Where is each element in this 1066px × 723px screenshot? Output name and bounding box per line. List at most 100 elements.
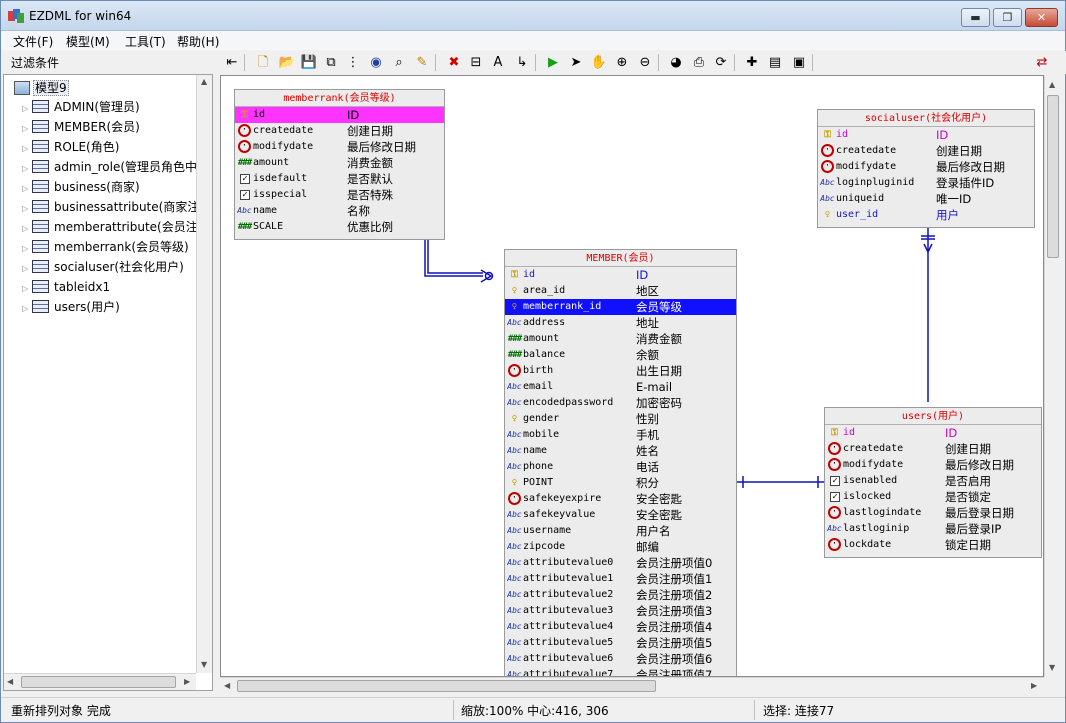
hand-icon[interactable]: ✋	[589, 53, 609, 72]
field-row[interactable]: ### balance 余额	[505, 347, 736, 363]
expand-icon[interactable]: ▷	[22, 299, 32, 319]
title-bar[interactable]: EZDML for win64 ▬ ❐ ✕	[1, 1, 1065, 31]
diagram-canvas[interactable]: memberrank(会员等级) ⚿ id ID · createdate 创建日期 · mod…	[220, 75, 1044, 677]
field-row[interactable]: Abc loginpluginid 登录插件ID	[818, 175, 1034, 191]
field-row[interactable]: ✓ isenabled 是否启用	[825, 473, 1041, 489]
copy-icon[interactable]: ⧉	[321, 53, 341, 72]
menu-tools[interactable]: 工具(T)	[125, 33, 166, 50]
field-row[interactable]: · modifydate 最后修改日期	[235, 139, 444, 155]
field-row[interactable]: · modifydate 最后修改日期	[825, 457, 1041, 473]
text-icon[interactable]: A	[488, 53, 508, 72]
zoom-in-icon[interactable]: ⊕	[612, 53, 632, 72]
field-row[interactable]: ### amount 消费金额	[505, 331, 736, 347]
field-row[interactable]: · createdate 创建日期	[825, 441, 1041, 457]
scroll-left-icon[interactable]: ◀	[224, 681, 230, 690]
tree-item-business[interactable]: ▷ business(商家)	[22, 177, 140, 197]
canvas-vscrollbar[interactable]: ▲ ▼	[1044, 75, 1061, 677]
filter-label[interactable]: 过滤条件	[11, 54, 59, 71]
expand-icon[interactable]: ▷	[22, 259, 32, 279]
field-row[interactable]: ✓ isspecial 是否特殊	[235, 187, 444, 203]
field-row[interactable]: ♀ area_id 地区	[505, 283, 736, 299]
scroll-up-icon[interactable]: ▲	[1049, 80, 1055, 89]
field-row[interactable]: Abc attributevalue7 会员注册项值7	[505, 667, 736, 676]
expand-icon[interactable]: ▷	[22, 99, 32, 119]
field-row[interactable]: ⚿ id ID	[505, 267, 736, 283]
tree-item-memberattribute[interactable]: ▷ memberattribute(会员注	[22, 217, 198, 237]
field-row[interactable]: Abc lastloginip 最后登录IP	[825, 521, 1041, 537]
expand-icon[interactable]: ▷	[22, 119, 32, 139]
menu-file[interactable]: 文件(F)	[13, 33, 53, 50]
field-row[interactable]: ✓ islocked 是否锁定	[825, 489, 1041, 505]
refresh-icon[interactable]: ⟳	[711, 53, 731, 72]
scroll-down-icon[interactable]: ▼	[201, 660, 207, 669]
scroll-thumb[interactable]	[237, 680, 656, 692]
field-row[interactable]: ### amount 消费金额	[235, 155, 444, 171]
field-row[interactable]: Abc encodedpassword 加密密码	[505, 395, 736, 411]
scroll-right-icon[interactable]: ▶	[184, 677, 190, 686]
field-row[interactable]: · createdate 创建日期	[818, 143, 1034, 159]
tree-item-member[interactable]: ▷ MEMBER(会员)	[22, 117, 140, 137]
scroll-down-icon[interactable]: ▼	[1049, 663, 1055, 672]
field-row[interactable]: Abc name 姓名	[505, 443, 736, 459]
field-row[interactable]: ♀ POINT 积分	[505, 475, 736, 491]
tree-item-admin[interactable]: ▷ ADMIN(管理员)	[22, 97, 140, 117]
field-row[interactable]: · lockdate 锁定日期	[825, 537, 1041, 553]
entity-users[interactable]: users(用户) ⚿ id ID · createdate 创建日期 · modifydate…	[824, 407, 1042, 558]
field-row[interactable]: ### SCALE 优惠比例	[235, 219, 444, 235]
field-row[interactable]: Abc attributevalue4 会员注册项值4	[505, 619, 736, 635]
model-tree[interactable]: 模型9 ▷ ADMIN(管理员) ▷ MEMBER(会员) ▷ ROLE(角色) ▷ a…	[3, 74, 213, 691]
field-row[interactable]: Abc phone 电话	[505, 459, 736, 475]
field-row[interactable]: Abc username 用户名	[505, 523, 736, 539]
table-icon[interactable]: ⊟	[466, 53, 486, 72]
entity-memberrank[interactable]: memberrank(会员等级) ⚿ id ID · createdate 创建日期 · mod…	[234, 89, 445, 240]
save-icon[interactable]: 💾	[299, 53, 319, 72]
field-row[interactable]: Abc attributevalue5 会员注册项值5	[505, 635, 736, 651]
field-row[interactable]: Abc attributevalue2 会员注册项值2	[505, 587, 736, 603]
field-row[interactable]: Abc uniqueid 唯一ID	[818, 191, 1034, 207]
canvas-hscrollbar[interactable]: ◀ ▶	[220, 677, 1044, 694]
properties-icon[interactable]: ▤	[765, 53, 785, 72]
export-icon[interactable]: ⎙	[689, 53, 709, 72]
expand-icon[interactable]: ▷	[22, 219, 32, 239]
tree-item-tableidx1[interactable]: ▷ tableidx1	[22, 277, 110, 297]
globe-icon[interactable]: ◉	[366, 53, 386, 72]
delete-icon[interactable]: ✖	[444, 53, 464, 72]
field-row[interactable]: Abc attributevalue3 会员注册项值3	[505, 603, 736, 619]
layout-icon[interactable]: ⋮	[343, 53, 363, 72]
entity-member[interactable]: MEMBER(会员) ⚿ id ID ♀ area_id 地区 ♀ memberrank_id 会…	[504, 249, 737, 676]
link-icon[interactable]: ↳	[512, 53, 532, 72]
field-row[interactable]: ♀ memberrank_id 会员等级	[505, 299, 736, 315]
expand-icon[interactable]: ▷	[22, 279, 32, 299]
field-row[interactable]: ⚿ id ID	[818, 127, 1034, 143]
entity-title[interactable]: memberrank(会员等级)	[235, 90, 444, 107]
field-row[interactable]: Abc address 地址	[505, 315, 736, 331]
open-icon[interactable]: 📂	[277, 53, 297, 72]
add-field-icon[interactable]: ✚	[742, 53, 762, 72]
new-icon[interactable]: 🗋	[253, 53, 273, 72]
field-row[interactable]: Abc zipcode 邮编	[505, 539, 736, 555]
tree-root[interactable]: 模型9	[14, 79, 69, 97]
scroll-thumb[interactable]	[21, 676, 176, 688]
minimize-button[interactable]: ▬	[961, 8, 990, 27]
panel-toggle-icon[interactable]: ⇄	[1032, 53, 1052, 72]
eye-icon[interactable]: ◕	[666, 53, 686, 72]
field-row[interactable]: · createdate 创建日期	[235, 123, 444, 139]
expand-icon[interactable]: ▷	[22, 239, 32, 259]
menu-help[interactable]: 帮助(H)	[177, 33, 219, 50]
brush-icon[interactable]: ✎	[412, 53, 432, 72]
field-row[interactable]: · safekeyexpire 安全密匙	[505, 491, 736, 507]
entity-title[interactable]: socialuser(社会化用户)	[818, 110, 1034, 127]
entity-title[interactable]: MEMBER(会员)	[505, 250, 736, 267]
field-row[interactable]: · lastlogindate 最后登录日期	[825, 505, 1041, 521]
run-icon[interactable]: ▶	[543, 53, 563, 72]
field-row[interactable]: ⚿ id ID	[235, 107, 444, 123]
menu-model[interactable]: 模型(M)	[66, 33, 110, 50]
field-row[interactable]: ♀ gender 性别	[505, 411, 736, 427]
tree-hscrollbar[interactable]: ◀ ▶	[4, 673, 196, 690]
expand-icon[interactable]: ▷	[22, 159, 32, 179]
field-row[interactable]: Abc attributevalue6 会员注册项值6	[505, 651, 736, 667]
tree-item-memberrank[interactable]: ▷ memberrank(会员等级)	[22, 237, 189, 257]
find-icon[interactable]: ⌕	[389, 53, 409, 72]
close-button[interactable]: ✕	[1025, 8, 1058, 27]
tree-item-users[interactable]: ▷ users(用户)	[22, 297, 120, 317]
